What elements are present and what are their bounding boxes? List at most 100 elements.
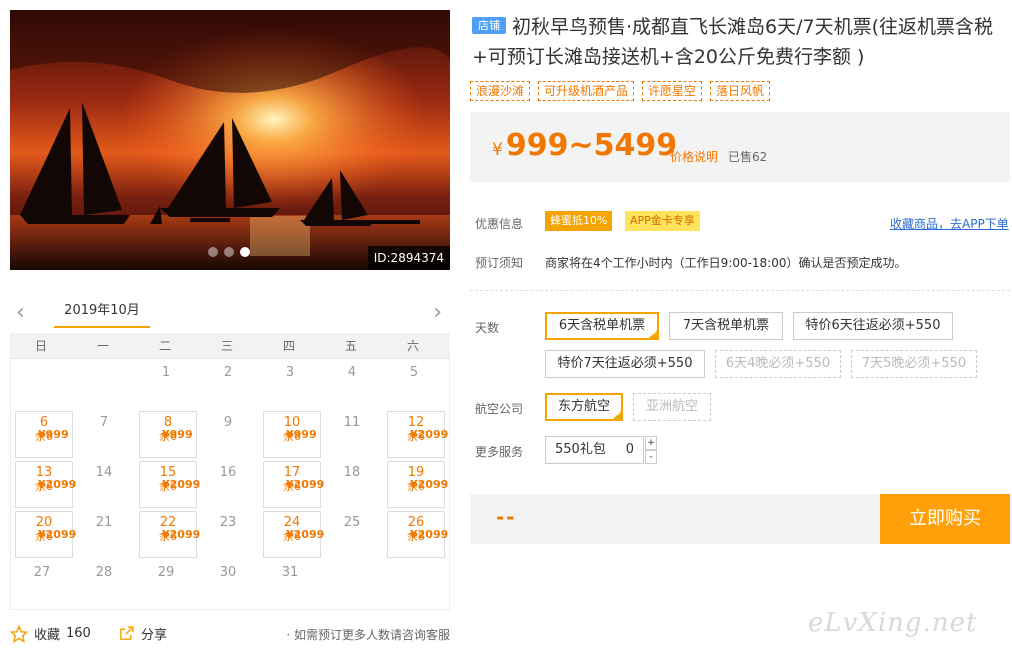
purchase-bar: -- 立即购买 [470, 494, 1010, 544]
selected-check-icon [612, 410, 622, 420]
day-price: ¥999 [286, 428, 317, 441]
option-label: 特价7天往返必须+550 [557, 356, 693, 371]
calendar-day: 14 [73, 459, 135, 509]
shop-badge[interactable]: 店铺 [472, 17, 506, 34]
price-value: 999~5499 [505, 128, 678, 163]
buy-now-button[interactable]: 立即购买 [880, 494, 1010, 544]
hero-image[interactable]: ID:2894374 [10, 10, 450, 270]
calendar-header: ‹ 2019年10月 › [10, 297, 450, 333]
promo-badge-app: APP金卡专享 [625, 211, 700, 231]
calendar-day-available: 13 ¥2099 余6 [11, 459, 76, 509]
option-7day-ticket[interactable]: 7天含税单机票 [669, 312, 783, 340]
day-price: ¥999 [162, 428, 193, 441]
weekday-header: 一 [96, 339, 109, 353]
date-select-box[interactable]: 26 ¥2099 余8 [387, 511, 448, 558]
price-box: ¥999~5499 价格说明 已售62 [470, 112, 1010, 182]
day-number: 28 [95, 565, 113, 580]
calendar-day-available: 15 ¥2099 余6 [135, 459, 200, 509]
option-label: 7天含税单机票 [682, 318, 770, 333]
calendar-day: 30 [197, 559, 259, 609]
option-label: 特价6天往返必须+550 [805, 318, 941, 333]
calendar-day: 5 [383, 359, 445, 409]
calendar-month-tab[interactable]: 2019年10月 [54, 299, 150, 328]
date-select-box[interactable]: 8 ¥999 余6 [139, 411, 197, 458]
product-title-text: 初秋早鸟预售·成都直飞长滩岛6天/7天机票(往返机票含税+可预订长滩岛接送机+含… [472, 16, 994, 68]
carousel-dot-active[interactable] [240, 247, 250, 257]
date-select-box[interactable]: 12 ¥2099 余6 [387, 411, 449, 458]
day-number: 27 [33, 565, 51, 580]
day-number [321, 559, 383, 565]
calendar-day: 27 [11, 559, 73, 609]
gift-pack-field[interactable]: 550礼包 0 [545, 436, 644, 464]
date-select-box[interactable]: 6 ¥999 余6 [15, 411, 73, 458]
day-price: ¥2099 [410, 478, 449, 491]
day-number: 4 [347, 365, 357, 380]
weekday-header: 三 [220, 339, 233, 353]
total-price: -- [496, 505, 517, 529]
date-select-box[interactable]: 17 ¥2099 余6 [263, 461, 325, 508]
day-number: 29 [157, 565, 175, 580]
day-number: 9 [223, 415, 233, 430]
date-select-box[interactable]: 22 ¥2099 余6 [139, 511, 200, 558]
day-number: 30 [219, 565, 237, 580]
calendar-day: 21 [73, 509, 135, 559]
gift-pack-quantity: 0 [625, 442, 634, 457]
feature-tag: 浪漫沙滩 [470, 81, 531, 101]
calendar-day: 25 [321, 509, 383, 559]
day-number: 31 [281, 565, 299, 580]
day-price: ¥999 [38, 428, 69, 441]
calendar-day-available: 6 ¥999 余6 [11, 409, 73, 459]
day-number: 14 [95, 465, 113, 480]
day-number: 18 [343, 465, 361, 480]
quantity-minus-button[interactable]: - [645, 450, 657, 464]
share-button[interactable]: 分享 [118, 624, 167, 643]
calendar-day-available: 10 ¥999 余6 [259, 409, 321, 459]
favorite-app-link[interactable]: 收藏商品，去APP下单 [890, 215, 1009, 232]
calendar-day: 4 [321, 359, 383, 409]
sunset-sailboat-photo [10, 10, 450, 270]
calendar-day: 7 [73, 409, 135, 459]
gift-pack-stepper: 550礼包 0 + - [545, 436, 657, 464]
date-select-box[interactable]: 10 ¥999 余6 [263, 411, 321, 458]
divider [470, 290, 1010, 291]
favorite-button[interactable]: 收藏 160 [10, 624, 91, 643]
booking-notice-text: 商家将在4个工作小时内（工作日9:00-18:00）确认是否预定成功。 [545, 256, 907, 270]
day-number [383, 559, 445, 565]
feature-tag: 可升级机酒产品 [538, 81, 635, 101]
day-price: ¥2099 [410, 428, 449, 441]
site-watermark: eLvXing.net [808, 608, 978, 638]
day-number: 16 [219, 465, 237, 480]
option-label: 东方航空 [557, 399, 610, 414]
calendar-day: 18 [321, 459, 383, 509]
date-select-box[interactable]: 13 ¥2099 余6 [15, 461, 76, 508]
day-price: ¥2099 [286, 478, 325, 491]
next-month-arrow-icon[interactable]: › [433, 302, 442, 324]
option-label: 7天5晚必须+550 [861, 356, 967, 371]
prev-month-arrow-icon[interactable]: ‹ [16, 302, 25, 324]
option-special-7day[interactable]: 特价7天往返必须+550 [545, 350, 705, 378]
favorite-count: 160 [66, 626, 91, 641]
quantity-plus-button[interactable]: + [645, 436, 657, 450]
gift-pack-name: 550礼包 [555, 442, 606, 457]
option-6day4night-disabled: 6天4晚必须+550 [715, 350, 841, 378]
option-6day-ticket[interactable]: 6天含税单机票 [545, 312, 659, 340]
day-number: 7 [99, 415, 109, 430]
day-number: 25 [343, 515, 361, 530]
price-explanation-link[interactable]: 价格说明 [670, 148, 718, 165]
carousel-dot[interactable] [224, 247, 234, 257]
option-airasia-disabled: 亚洲航空 [633, 393, 711, 421]
date-select-box[interactable]: 24 ¥2099 余6 [263, 511, 324, 558]
calendar-grid: 1 2 3 4 5 6 ¥999 余6 7 8 ¥999 余6 9 10 ¥999 余6 11 12 ¥2099 余6… [10, 359, 450, 610]
option-special-6day[interactable]: 特价6天往返必须+550 [793, 312, 953, 340]
date-select-box[interactable]: 20 ¥2099 余6 [15, 511, 76, 558]
day-number: 3 [285, 365, 295, 380]
option-china-eastern[interactable]: 东方航空 [545, 393, 623, 421]
date-select-box[interactable]: 15 ¥2099 余6 [139, 461, 200, 508]
calendar-day-available: 8 ¥999 余6 [135, 409, 197, 459]
weekday-header: 日 [34, 339, 47, 353]
carousel-dot[interactable] [208, 247, 218, 257]
calendar-day: 2 [197, 359, 259, 409]
date-select-box[interactable]: 19 ¥2099 余6 [387, 461, 449, 508]
calendar-day-available: 24 ¥2099 余6 [259, 509, 324, 559]
currency-symbol: ¥ [492, 140, 503, 160]
